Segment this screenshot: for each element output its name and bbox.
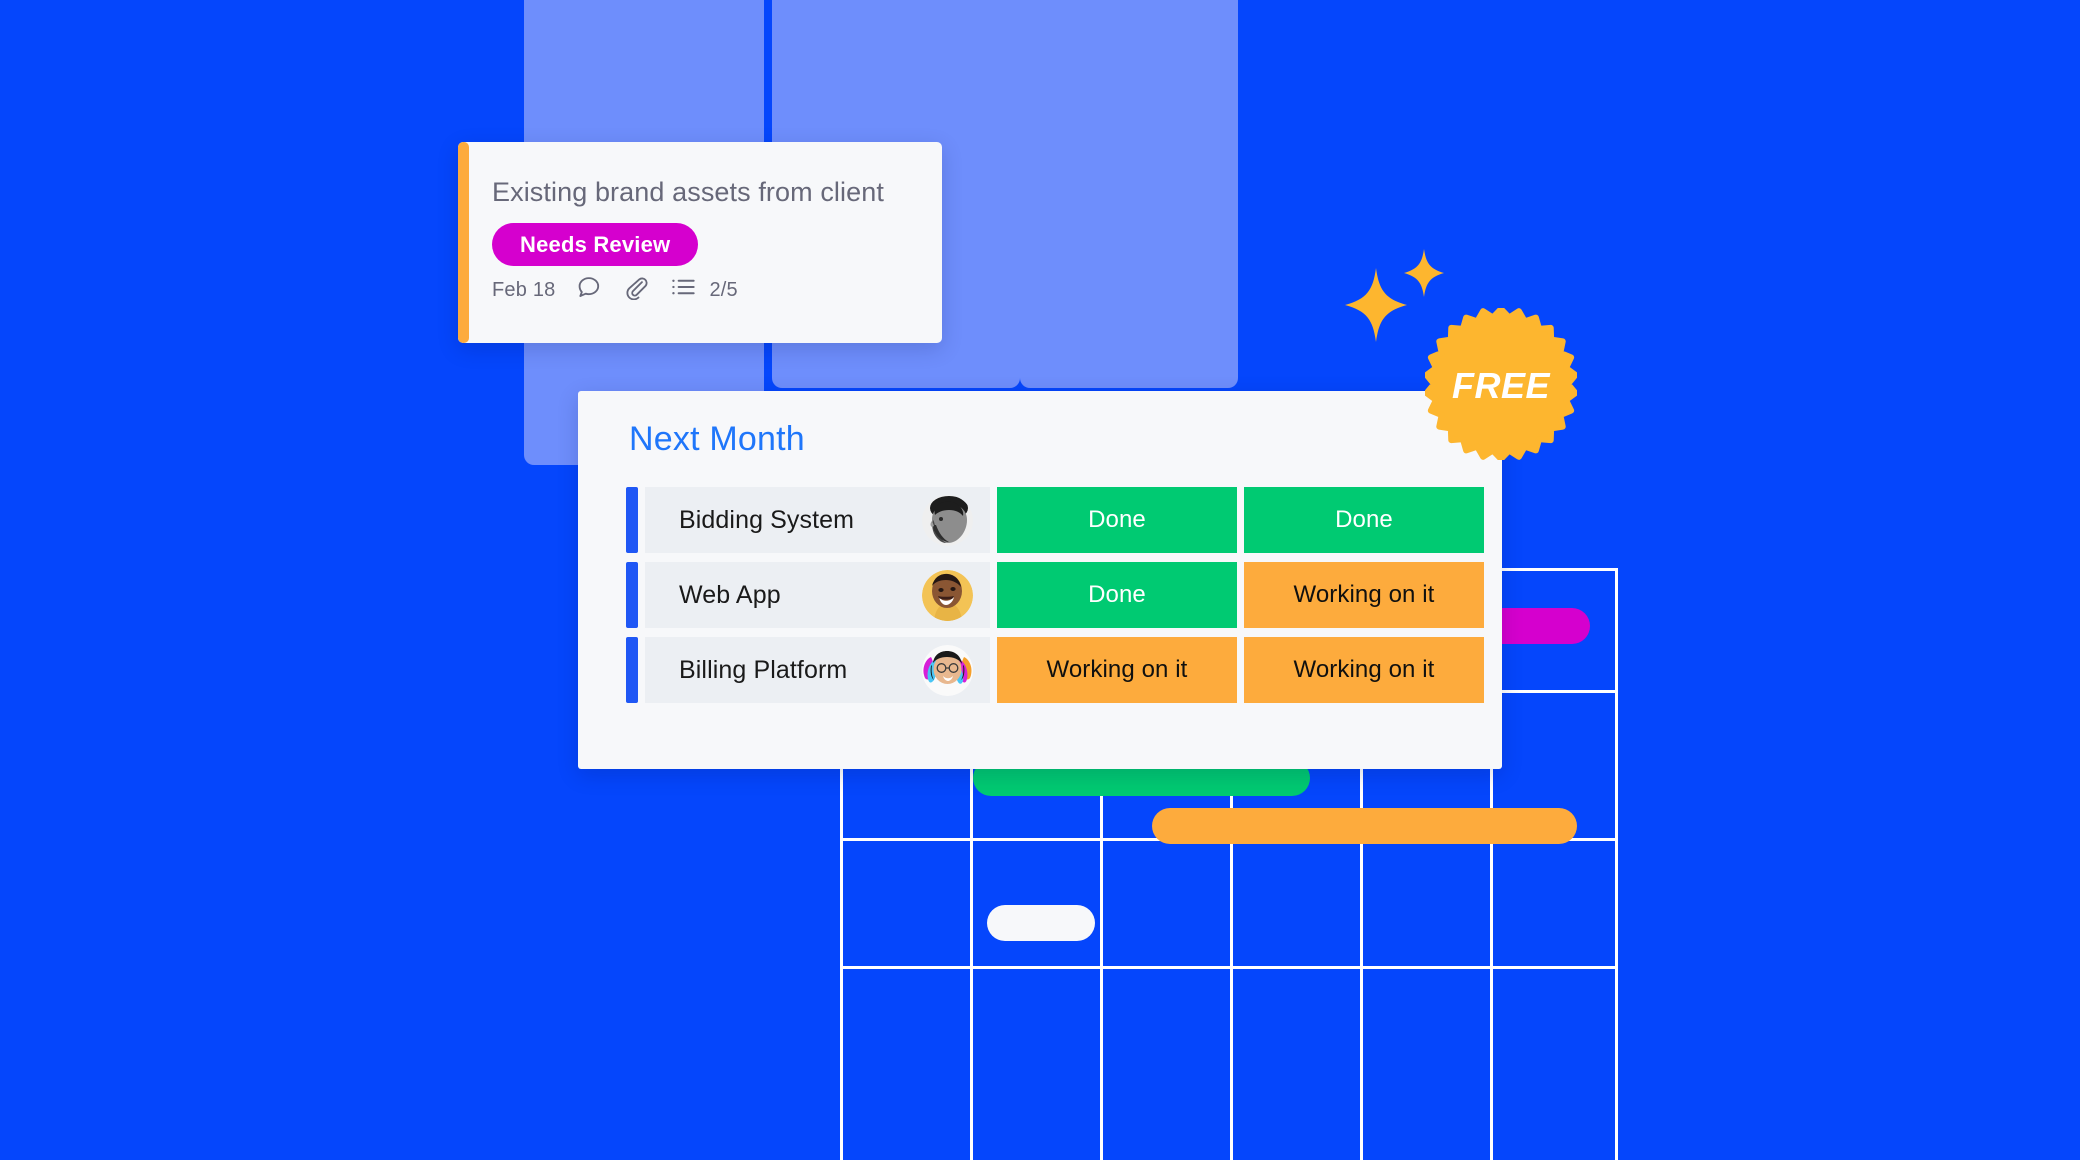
free-badge[interactable]: FREE (1423, 306, 1579, 462)
comment-bubble-icon[interactable] (576, 274, 602, 306)
task-card-title: Existing brand assets from client (492, 177, 884, 207)
row-accent-bar (626, 637, 638, 703)
row-name-cell[interactable]: Web App (645, 562, 990, 628)
sparkle-large-4point-icon (1345, 268, 1407, 347)
gantt-bar-orange[interactable] (1152, 808, 1577, 844)
status-cell[interactable]: Working on it (1244, 637, 1484, 703)
task-card[interactable]: Existing brand assets from client Needs … (458, 142, 942, 343)
row-label: Web App (679, 580, 781, 609)
row-name-cell[interactable]: Billing Platform (645, 637, 990, 703)
avatar-bearded-statue[interactable] (922, 494, 973, 546)
free-badge-label: FREE (1451, 365, 1550, 406)
status-cell[interactable]: Done (997, 562, 1237, 628)
paperclip-icon[interactable] (623, 274, 649, 306)
avatar-smiling-person[interactable] (922, 569, 973, 621)
card-accent-bar (458, 142, 469, 343)
next-month-board: Next Month Bidding System Done Done Web … (578, 391, 1502, 769)
board-rows: Bidding System Done Done Web App Done Wo… (626, 487, 1502, 712)
table-row[interactable]: Billing Platform Working on it Working o… (626, 637, 1502, 703)
promo-hero-canvas: Existing brand assets from client Needs … (0, 0, 2080, 1160)
checklist-icon[interactable] (670, 274, 698, 306)
gantt-gridline-horizontal (840, 966, 1618, 969)
background-column-3 (1020, 0, 1238, 388)
status-cell[interactable]: Done (997, 487, 1237, 553)
task-card-meta: Feb 18 2/5 (492, 274, 738, 306)
board-title: Next Month (629, 420, 805, 458)
sparkle-small-4point-icon (1404, 249, 1444, 302)
avatar-colorful-feathers[interactable] (922, 644, 973, 696)
row-accent-bar (626, 562, 638, 628)
due-date: Feb 18 (492, 278, 556, 301)
row-accent-bar (626, 487, 638, 553)
table-row[interactable]: Bidding System Done Done (626, 487, 1502, 553)
task-card-body: Existing brand assets from client Needs … (492, 142, 930, 343)
status-badge[interactable]: Needs Review (492, 223, 699, 266)
row-name-cell[interactable]: Bidding System (645, 487, 990, 553)
status-cell[interactable]: Done (1244, 487, 1484, 553)
status-cell[interactable]: Working on it (1244, 562, 1484, 628)
gantt-gridline-vertical (1615, 568, 1618, 1160)
gantt-bar-white[interactable] (987, 905, 1095, 941)
row-label: Billing Platform (679, 655, 848, 684)
table-row[interactable]: Web App Done Working on it (626, 562, 1502, 628)
status-cell[interactable]: Working on it (997, 637, 1237, 703)
checklist-count: 2/5 (709, 278, 738, 301)
row-label: Bidding System (679, 505, 855, 534)
